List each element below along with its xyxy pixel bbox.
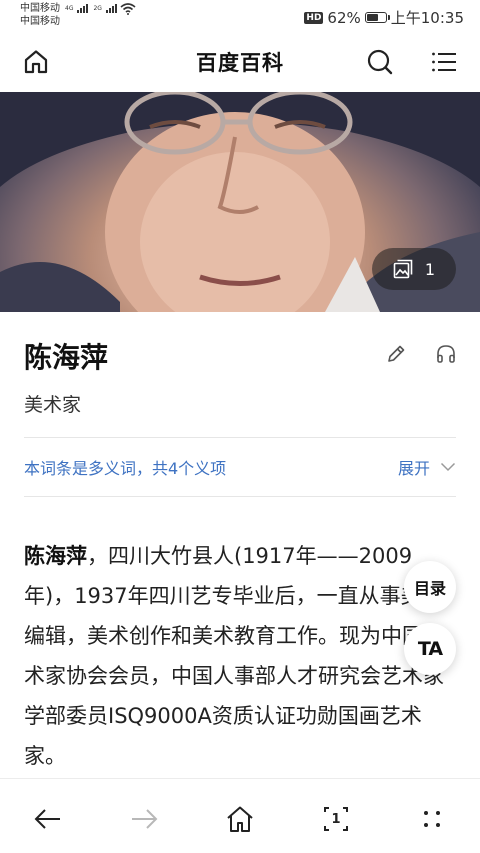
divider xyxy=(24,437,456,438)
gallery-icon xyxy=(393,259,413,279)
entry-title: 陈海萍 xyxy=(24,341,109,374)
carrier-2-label: 中国移动 xyxy=(20,16,60,27)
tab-count: 1 xyxy=(331,811,341,827)
menu-button[interactable] xyxy=(428,46,460,78)
menu-icon xyxy=(432,52,456,72)
photo-count-badge[interactable]: 1 xyxy=(372,248,456,290)
carrier-2-network: 2G xyxy=(93,5,102,12)
clock: 上午10:35 xyxy=(390,9,464,27)
back-button[interactable] xyxy=(30,801,66,837)
status-right: HD 62% 上午10:35 xyxy=(304,7,464,28)
pencil-icon xyxy=(388,345,405,362)
summary-paragraph: 陈海萍，四川大竹县人(1917年——2009年)，1937年四川艺专毕业后，一直… xyxy=(24,536,456,776)
status-bar: 中国移动 4G 2G 中国移动 HD 62% 上午10:35 xyxy=(0,0,480,34)
expand-button[interactable]: 展开 xyxy=(398,455,456,479)
top-nav: 百度百科 xyxy=(0,34,480,90)
lead-name: 陈海萍 xyxy=(24,544,87,568)
home-icon xyxy=(227,806,253,832)
forward-arrow-icon xyxy=(132,809,158,829)
browser-home-button[interactable] xyxy=(222,801,258,837)
battery-percent: 62% xyxy=(327,8,361,27)
screen: 中国移动 4G 2G 中国移动 HD 62% 上午10:35 百度百科 1 陈海… xyxy=(0,0,480,853)
carrier-row-1: 中国移动 4G 2G xyxy=(20,2,136,15)
page-title: 百度百科 xyxy=(196,51,284,75)
carrier-block: 中国移动 4G 2G 中国移动 xyxy=(20,2,136,28)
wifi-icon xyxy=(120,2,136,15)
more-dots-icon xyxy=(424,811,440,827)
chevron-down-icon xyxy=(440,462,456,472)
listen-button[interactable] xyxy=(435,343,457,369)
more-button[interactable] xyxy=(414,801,450,837)
carrier-1-label: 中国移动 xyxy=(20,3,60,14)
back-arrow-icon xyxy=(34,809,60,829)
hero-photo[interactable]: 1 xyxy=(0,92,480,312)
carrier-1-network: 4G xyxy=(65,5,74,12)
search-icon xyxy=(367,49,393,75)
divider xyxy=(24,496,456,497)
text-size-button[interactable]: TA xyxy=(404,623,456,675)
expand-label: 展开 xyxy=(397,459,430,478)
hd-badge: HD xyxy=(304,11,324,24)
search-button[interactable] xyxy=(364,46,396,78)
battery-icon xyxy=(364,12,390,23)
signal-bars-icon xyxy=(105,4,117,13)
forward-button[interactable] xyxy=(126,801,162,837)
signal-bars-icon xyxy=(77,4,89,13)
headphones-icon xyxy=(437,345,455,363)
toc-button[interactable]: 目录 xyxy=(404,561,456,613)
polysemy-link[interactable]: 本词条是多义词，共4个义项 xyxy=(24,455,226,479)
battery-fill xyxy=(366,14,378,21)
edit-button[interactable] xyxy=(385,343,407,369)
tabs-button[interactable]: 1 xyxy=(318,801,354,837)
bottom-toolbar: 1 xyxy=(0,778,480,853)
photo-count: 1 xyxy=(424,259,436,279)
summary-text: ，四川大竹县人(1917年——2009年)，1937年四川艺专毕业后，一直从事美… xyxy=(24,544,444,768)
entry-subtitle: 美术家 xyxy=(24,394,82,416)
